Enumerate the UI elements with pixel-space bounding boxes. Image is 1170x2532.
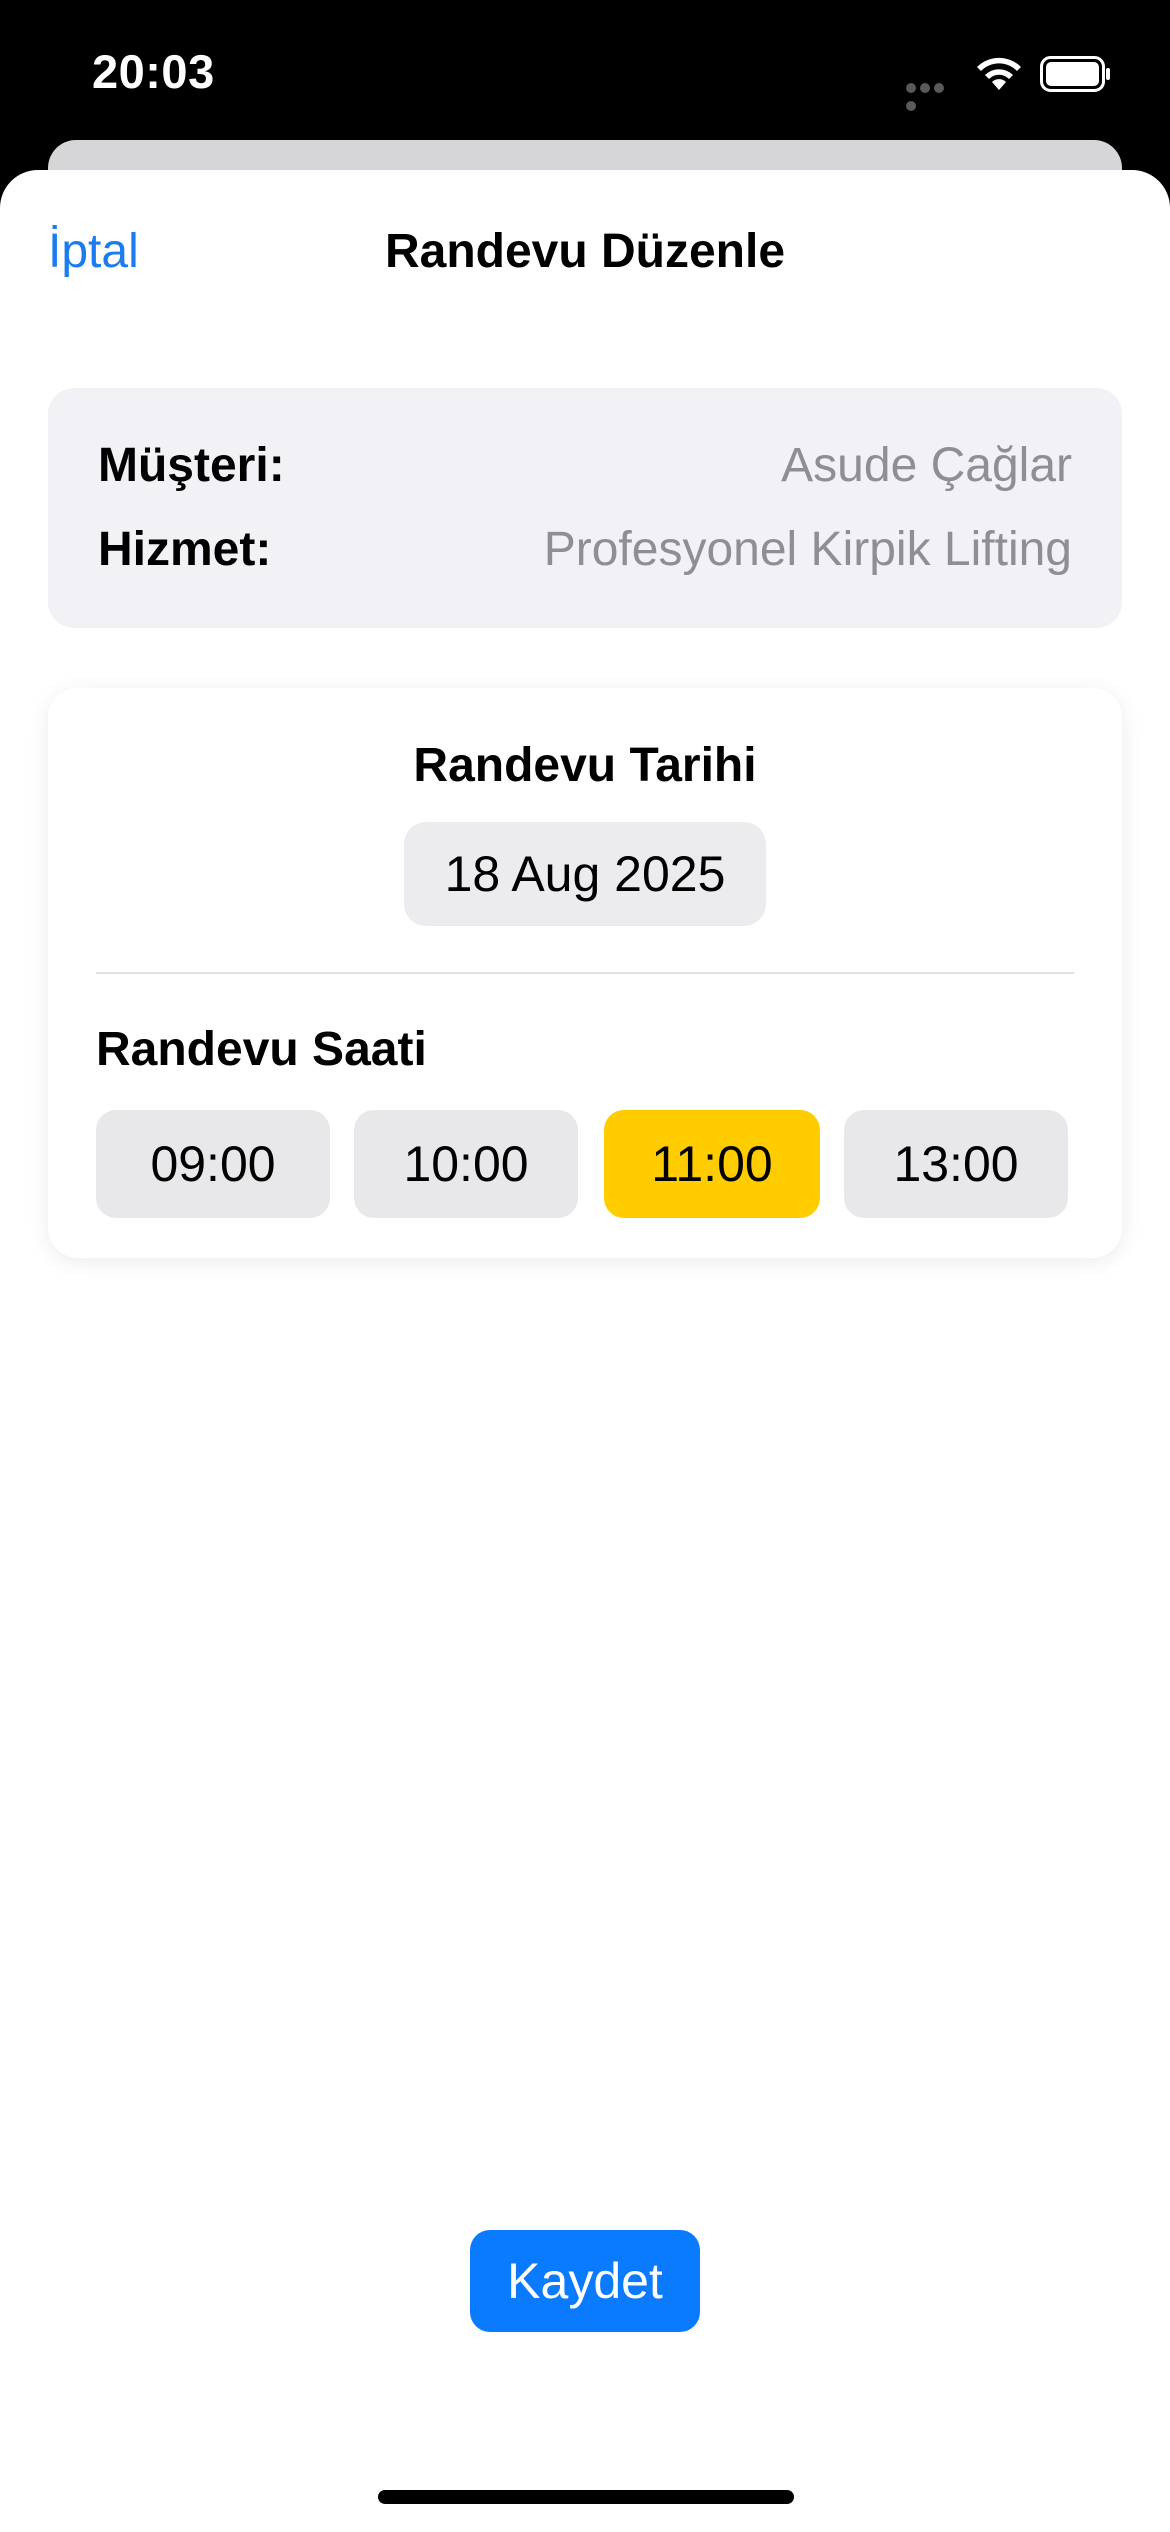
divider — [96, 972, 1074, 974]
customer-value: Asude Çağlar — [781, 439, 1072, 492]
status-time: 20:03 — [92, 45, 215, 98]
date-time-card: Randevu Tarihi 18 Aug 2025 Randevu Saati… — [48, 688, 1122, 1258]
time-slot-0900[interactable]: 09:00 — [96, 1110, 330, 1218]
edit-appointment-sheet: İptal Randevu Düzenle Müşteri: Asude Çağ… — [0, 170, 1170, 2532]
page-title: Randevu Düzenle — [384, 225, 786, 278]
signal-dots-icon — [906, 80, 960, 111]
home-indicator — [378, 2490, 794, 2504]
date-title: Randevu Tarihi — [413, 739, 757, 792]
appointment-info-box: Müşteri: Asude Çağlar Hizmet: Profesyone… — [48, 388, 1122, 628]
nav-bar: İptal Randevu Düzenle — [0, 170, 1170, 340]
battery-icon — [1040, 56, 1110, 92]
screen: 20:03 İptal Randevu Düzenle Müşteri: Asu… — [0, 0, 1170, 2532]
customer-label: Müşteri: — [98, 439, 285, 492]
time-slot-1100[interactable]: 11:00 — [604, 1110, 820, 1218]
time-slot-1300[interactable]: 13:00 — [844, 1110, 1068, 1218]
status-bar: 20:03 — [0, 0, 1170, 150]
save-button[interactable]: Kaydet — [470, 2230, 700, 2332]
customer-row: Müşteri: Asude Çağlar — [98, 438, 1072, 498]
date-picker-button[interactable]: 18 Aug 2025 — [404, 822, 766, 926]
service-value: Profesyonel Kirpik Lifting — [543, 523, 1072, 576]
service-label: Hizmet: — [98, 523, 272, 576]
time-title: Randevu Saati — [96, 1023, 427, 1076]
service-row: Hizmet: Profesyonel Kirpik Lifting — [98, 522, 1072, 582]
time-slot-1000[interactable]: 10:00 — [354, 1110, 578, 1218]
wifi-icon — [977, 57, 1021, 90]
